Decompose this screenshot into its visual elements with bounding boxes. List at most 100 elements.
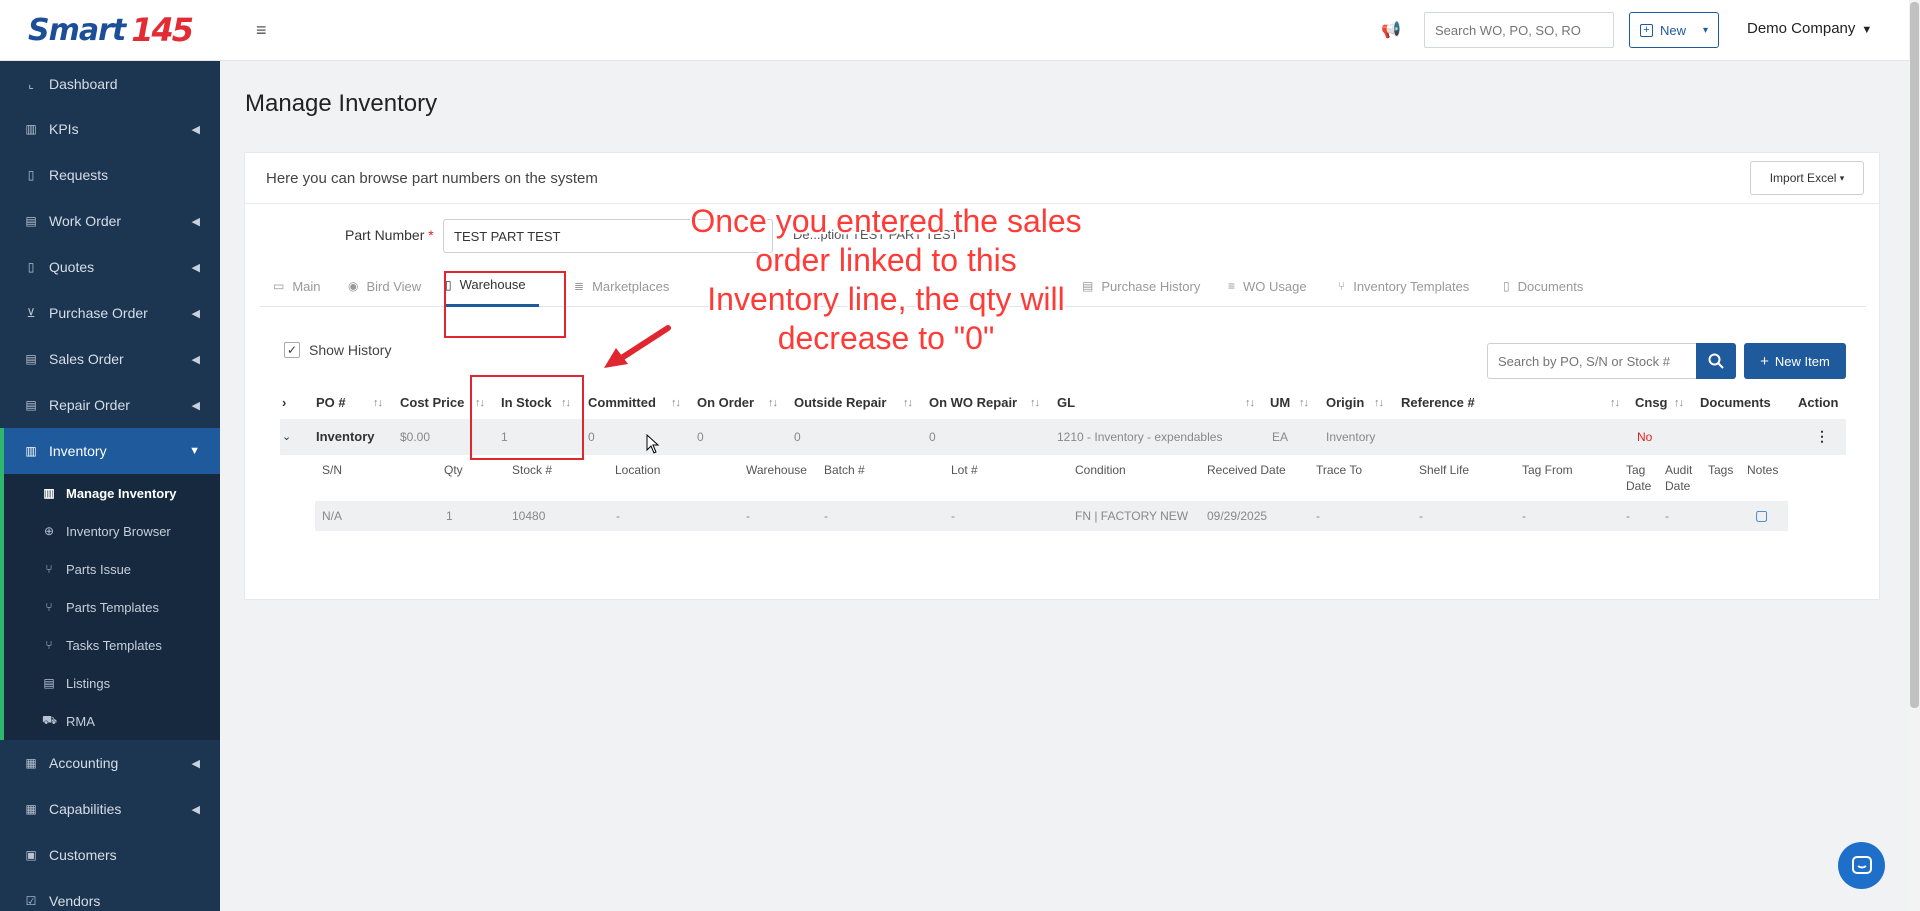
cell-on-wo-repair: 0 [929,430,936,444]
sort-icon[interactable]: ↑↓ [1374,397,1384,409]
tab-marketplaces[interactable]: ≣ Marketplaces [574,265,669,307]
sidebar-item-accounting[interactable]: ▦ Accounting ◀ [0,740,220,786]
subcolumn-received-date: Received Date [1207,463,1286,477]
expand-all-icon[interactable]: › [282,395,286,410]
sidebar-item-purchase-order[interactable]: ⊻ Purchase Order ◀ [0,290,220,336]
tab-purchase-history[interactable]: ▤ Purchase History [1082,265,1200,307]
sidebar-item-inventory[interactable]: ▥ Inventory ▼ [0,428,220,474]
collapse-row-icon[interactable]: ⌄ [282,430,291,443]
column-header-committed[interactable]: Committed [588,395,656,410]
item-search-input[interactable] [1487,343,1697,379]
sidebar-item-requests[interactable]: ▯ Requests [0,152,220,198]
chat-widget-button[interactable] [1838,842,1885,889]
sidebar-item-repair-order[interactable]: ▤ Repair Order ◀ [0,382,220,428]
chevron-left-icon: ◀ [191,307,200,320]
row-action-menu-icon[interactable]: ⋮ [1815,428,1829,445]
sidebar-item-dashboard[interactable]: ⌞ Dashboard [0,61,220,106]
sidebar-subitem-parts-templates[interactable]: ⑂ Parts Templates [4,588,220,626]
item-search-button[interactable] [1696,343,1736,379]
chevron-down-icon: ▾ [1702,24,1708,36]
checkbox-checked-icon[interactable]: ✓ [284,342,300,358]
subcolumn-shelf-life: Shelf Life [1419,463,1470,477]
sidebar-item-quotes[interactable]: ▯ Quotes ◀ [0,244,220,290]
column-header-on-wo-repair[interactable]: On WO Repair [929,395,1017,410]
sidebar-item-sales-order[interactable]: ▤ Sales Order ◀ [0,336,220,382]
subcell-tag-from: - [1522,509,1526,523]
sidebar-item-kpis[interactable]: ▥ KPIs ◀ [0,106,220,152]
sort-icon[interactable]: ↑↓ [768,397,778,409]
tab-label: Main [292,278,321,294]
branch-icon: ⑂ [1338,279,1346,293]
sort-icon[interactable]: ↑↓ [1030,397,1040,409]
branch-icon: ⑂ [45,600,53,614]
sidebar-subitem-tasks-templates[interactable]: ⑂ Tasks Templates [4,626,220,664]
logo[interactable]: Smart 145 [0,0,220,61]
tab-inventory-templates[interactable]: ⑂ Inventory Templates [1338,265,1469,307]
scrollbar-thumb[interactable] [1910,2,1919,708]
user-icon: ▣ [25,848,37,862]
sidebar-item-customers[interactable]: ▣ Customers [0,832,220,878]
subcell-lot: - [951,509,955,523]
required-marker: * [428,227,434,243]
cell-um: EA [1272,430,1289,444]
document-icon: ▯ [27,168,35,182]
import-excel-button[interactable]: Import Excel ▾ [1750,161,1864,195]
column-header-outside-repair[interactable]: Outside Repair [794,395,886,410]
column-header-gl[interactable]: GL [1057,395,1075,410]
subcell-batch: - [824,509,828,523]
company-selector[interactable]: Demo Company ▼ [1747,20,1872,37]
sidebar-item-work-order[interactable]: ▤ Work Order ◀ [0,198,220,244]
sidebar-subitem-label: Inventory Browser [66,523,171,539]
sort-icon[interactable]: ↑↓ [1299,397,1309,409]
wrench-icon: ▤ [25,398,37,412]
column-header-on-order[interactable]: On Order [697,395,754,410]
show-history-toggle[interactable]: ✓ Show History [284,342,391,358]
inventory-submenu: ▥ Manage Inventory ⊕ Inventory Browser ⑂ Pa… [0,474,220,740]
subcolumn-batch: Batch # [824,463,865,477]
menu-toggle-icon[interactable]: ≡ [256,20,267,41]
column-header-po[interactable]: PO # [316,395,346,410]
column-header-documents: Documents [1700,395,1771,410]
sidebar-subitem-listings[interactable]: ▤ Listings [4,664,220,702]
new-item-button[interactable]: + New Item [1744,343,1846,379]
column-header-cnsg[interactable]: Cnsg [1635,395,1668,410]
tab-documents[interactable]: ▯ Documents [1503,265,1583,307]
subcell-trace-to: - [1316,509,1320,523]
sort-icon[interactable]: ↑↓ [1674,397,1684,409]
column-header-origin[interactable]: Origin [1326,395,1364,410]
chevron-left-icon: ◀ [191,261,200,274]
subcell-shelf-life: - [1419,509,1423,523]
sidebar-item-capabilities[interactable]: ▦ Capabilities ◀ [0,786,220,832]
import-excel-label: Import Excel [1769,171,1837,185]
megaphone-icon[interactable]: 📢 [1381,20,1401,40]
grid-icon: ▦ [25,802,37,816]
sidebar-subitem-inventory-browser[interactable]: ⊕ Inventory Browser [4,512,220,550]
sort-icon[interactable]: ↑↓ [903,397,913,409]
tab-label: Inventory Templates [1353,278,1470,294]
column-header-cost-price[interactable]: Cost Price [400,395,464,410]
notes-edit-icon[interactable]: ▢ [1755,507,1768,524]
chevron-left-icon: ◀ [191,803,200,816]
sort-icon[interactable]: ↑↓ [1245,397,1255,409]
sort-icon[interactable]: ↑↓ [1610,397,1620,409]
column-header-um[interactable]: UM [1270,395,1290,410]
sidebar-subitem-manage-inventory[interactable]: ▥ Manage Inventory [4,474,220,512]
new-button[interactable]: + New ▾ [1629,12,1719,48]
highlight-warehouse-tab [444,271,566,338]
sidebar-subitem-label: Parts Issue [66,561,132,577]
tab-bird-view[interactable]: ◉ Bird View [348,265,421,307]
cell-cost-price: $0.00 [400,430,431,444]
global-search-input[interactable] [1424,12,1614,48]
tab-main[interactable]: ▭ Main [273,265,321,307]
list-icon: ≡ [1228,279,1236,293]
subcolumn-notes: Notes [1747,463,1779,477]
column-header-reference[interactable]: Reference # [1401,395,1475,410]
sort-icon[interactable]: ↑↓ [373,397,383,409]
sidebar-subitem-parts-issue[interactable]: ⑂ Parts Issue [4,550,220,588]
sort-icon[interactable]: ↑↓ [671,397,681,409]
chevron-left-icon: ◀ [191,123,200,136]
search-icon [1708,353,1724,369]
sidebar-item-vendors[interactable]: ☑ Vendors [0,878,220,911]
sidebar-subitem-rma[interactable]: ⛟ RMA [4,702,220,740]
tab-wo-usage[interactable]: ≡ WO Usage [1228,265,1307,307]
